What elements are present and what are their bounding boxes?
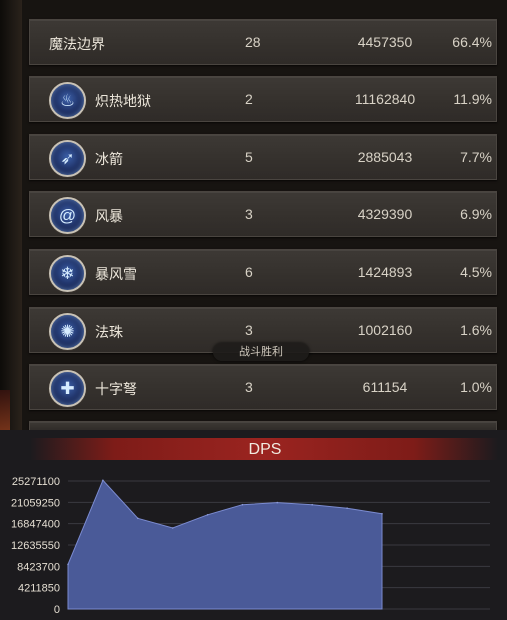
dps-data-point (137, 517, 139, 520)
skill-percent: 1.0% (460, 379, 492, 395)
dps-data-point (346, 507, 348, 509)
skill-count: 2 (245, 91, 253, 107)
skill-damage: 11162840 (354, 91, 416, 107)
skill-count: 28 (245, 34, 261, 50)
dps-chart: 25271100 21059250 16847400 12635550 8423700 4… (11, 476, 490, 616)
flame-icon: ♨ (49, 82, 86, 119)
skill-damage: 1002160 (357, 322, 413, 338)
skill-percent: 1.6% (460, 322, 492, 338)
skill-name: 炽热地狱 (95, 93, 151, 109)
skill-damage: 611154 (362, 379, 408, 395)
skill-row-blazing-inferno[interactable]: ♨ 炽热地狱 2 11162840 11.9% (29, 76, 497, 122)
skill-damage: 4457350 (357, 34, 413, 50)
skill-count: 3 (245, 206, 253, 222)
battle-victory-badge: 战斗胜利 (213, 343, 309, 361)
y-tick-label: 21059250 (11, 497, 60, 509)
y-tick-label: 12635550 (11, 540, 60, 552)
skill-count: 3 (245, 322, 253, 338)
skill-damage: 4329390 (357, 206, 413, 222)
skill-name: 法珠 (95, 324, 123, 340)
skill-row-storm[interactable]: @ 风暴 3 4329390 6.9% (29, 191, 497, 237)
skill-name: 冰箭 (95, 151, 123, 167)
dps-data-point (241, 503, 244, 506)
skill-row-blizzard[interactable]: ❄ 暴风雪 6 1424893 4.5% (29, 249, 497, 295)
skill-name: 风暴 (95, 208, 123, 224)
y-tick-label: 4211850 (18, 583, 60, 595)
skill-percent: 6.9% (460, 206, 492, 222)
dps-data-point (171, 527, 174, 529)
y-tick-label: 0 (54, 604, 60, 616)
skill-damage-panel[interactable]: 魔法边界 28 4457350 66.4% ♨ 炽热地狱 2 11162840 … (22, 0, 507, 432)
skill-damage: 2885043 (357, 149, 413, 165)
skill-row-magic-boundary[interactable]: 魔法边界 28 4457350 66.4% (29, 19, 497, 65)
skill-damage: 1424893 (357, 264, 413, 280)
dps-data-point (381, 513, 383, 515)
skill-name: 十字弩 (95, 381, 137, 397)
y-tick-label: 25271100 (12, 476, 60, 488)
dps-data-point (276, 501, 279, 504)
skill-percent: 7.7% (460, 149, 492, 165)
skill-count: 3 (245, 379, 253, 395)
skill-name: 魔法边界 (49, 36, 105, 52)
chart-area-layer (67, 479, 383, 610)
skill-percent: 4.5% (460, 264, 492, 280)
dps-data-point (206, 514, 209, 516)
dps-data-point (102, 479, 104, 482)
orb-icon: ✺ (49, 313, 86, 350)
skill-name: 暴风雪 (95, 266, 137, 282)
storm-icon: @ (49, 197, 86, 234)
dps-data-point (311, 503, 314, 506)
skill-percent: 66.4% (452, 34, 492, 50)
skill-row-ice-arrow[interactable]: ➶ 冰箭 5 2885043 7.7% (29, 134, 497, 180)
dps-data-point (67, 563, 69, 566)
y-tick-label: 8423700 (17, 561, 60, 573)
dps-title: DPS (248, 441, 282, 458)
chart-y-ticks: 25271100 21059250 16847400 12635550 8423700 4… (11, 476, 60, 616)
dps-area-series (67, 479, 383, 610)
y-tick-label: 16847400 (11, 519, 60, 531)
skill-percent: 11.9% (453, 91, 492, 107)
blizzard-icon: ❄ (49, 255, 86, 292)
crossbow-icon: ✚ (49, 370, 86, 407)
ice-arrow-icon: ➶ (49, 140, 86, 177)
skill-count: 6 (245, 264, 253, 280)
skill-count: 5 (245, 149, 253, 165)
skill-row-crossbow[interactable]: ✚ 十字弩 3 611154 1.0% (29, 364, 497, 410)
